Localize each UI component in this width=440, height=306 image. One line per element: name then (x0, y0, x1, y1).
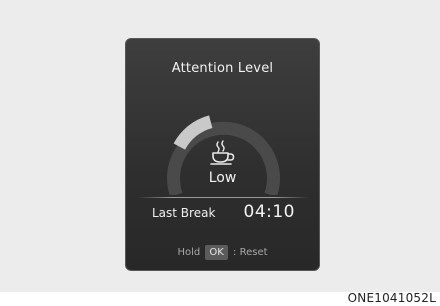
display-title: Attention Level (171, 61, 274, 76)
attention-level-value: Low (208, 170, 237, 186)
coffee-cup-icon (210, 140, 235, 165)
attention-warning-display: Attention Level Low Last Break 04:10 Hol… (125, 38, 320, 271)
divider (138, 197, 309, 198)
hint-suffix: : Reset (233, 247, 268, 258)
last-break-label: Last Break (152, 206, 216, 220)
reset-hint: Hold OK : Reset (126, 245, 319, 260)
ok-key-badge: OK (205, 245, 228, 260)
last-break-time: 04:10 (243, 202, 295, 222)
hint-prefix: Hold (177, 247, 201, 258)
figure-code: ONE1041052L (347, 291, 436, 305)
